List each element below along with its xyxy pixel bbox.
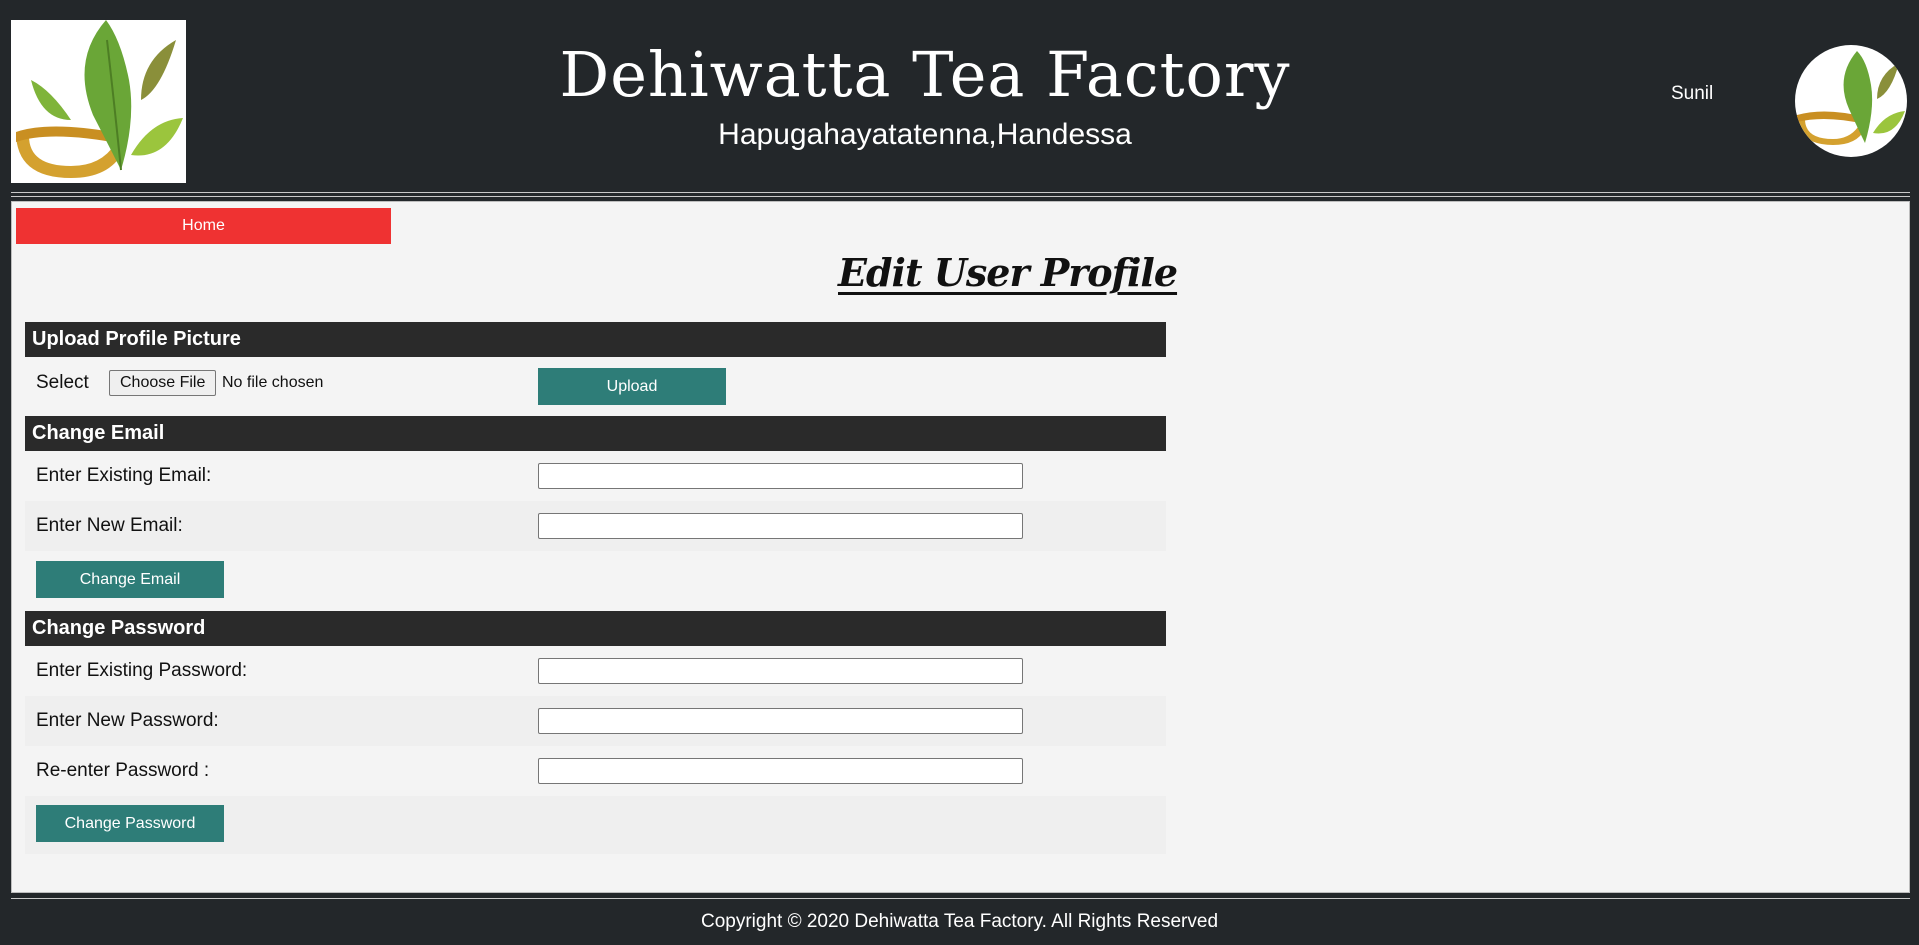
footer-copyright: Copyright © 2020 Dehiwatta Tea Factory. … [700,911,1219,932]
change-email-button[interactable]: Change Email [36,561,224,598]
upload-section-heading: Upload Profile Picture [25,322,1166,357]
existing-email-label: Enter Existing Email: [36,465,212,486]
main-panel: Home Edit User Profile Upload Profile Pi… [11,201,1910,893]
existing-password-row: Enter Existing Password: [25,646,1166,696]
existing-email-field[interactable] [538,463,1023,489]
new-password-label: Enter New Password: [36,710,219,731]
new-password-row: Enter New Password: [25,696,1166,746]
tea-cup-leaves-icon [1797,51,1905,145]
password-section-heading: Change Password [25,611,1166,646]
header-divider [11,192,1910,193]
change-password-row: Change Password [25,796,1166,854]
change-password-button[interactable]: Change Password [36,805,224,842]
file-status: No file chosen [222,374,324,391]
change-email-row: Change Email [25,551,1166,611]
username-label[interactable]: Sunil [1671,83,1713,105]
new-email-row: Enter New Email: [25,501,1166,551]
footer-divider [11,898,1910,899]
choose-file-button[interactable]: Choose File [109,370,217,396]
reenter-password-row: Re-enter Password : [25,746,1166,796]
existing-password-label: Enter Existing Password: [36,660,248,681]
new-email-label: Enter New Email: [36,515,183,536]
upload-row: Select Choose File No file chosen Upload [25,357,1166,416]
new-email-field[interactable] [538,513,1023,539]
site-title: Dehiwatta Tea Factory [559,38,1291,111]
existing-email-row: Enter Existing Email: [25,451,1166,501]
avatar[interactable] [1795,45,1907,157]
profile-form: Upload Profile Picture Select Choose Fil… [25,322,1166,854]
upload-button[interactable]: Upload [538,368,726,405]
site-subtitle: Hapugahayatatenna,Handessa [718,118,1132,151]
header-divider [11,196,1910,197]
new-password-field[interactable] [538,708,1023,734]
reenter-password-label: Re-enter Password : [36,760,210,781]
home-button[interactable]: Home [16,208,391,244]
select-label: Select [36,372,89,393]
email-section-heading: Change Email [25,416,1166,451]
existing-password-field[interactable] [538,658,1023,684]
page-title: Edit User Profile [838,250,1178,295]
reenter-password-field[interactable] [538,758,1023,784]
